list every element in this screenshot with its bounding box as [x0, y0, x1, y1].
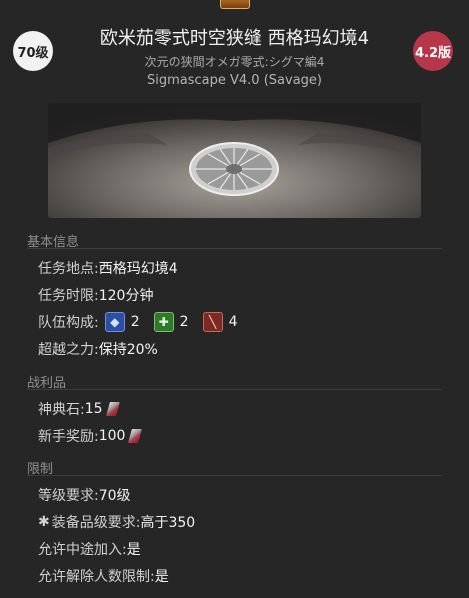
tomestone-value: 15	[84, 401, 103, 417]
cross-icon: ✚	[153, 312, 174, 332]
tomestone-row: 神典石: 15	[38, 399, 120, 419]
tomestone-icon	[105, 402, 120, 416]
join-in-progress-row: 允许中途加入: 是	[38, 539, 141, 559]
unsynced-label: 允许解除人数限制:	[38, 569, 155, 585]
duty-banner-image	[48, 103, 421, 218]
item-level-icon: ✱	[38, 514, 50, 530]
location-value: 西格玛幻境4	[98, 261, 178, 277]
location-label: 任务地点:	[38, 261, 99, 277]
join-in-progress-value: 是	[126, 542, 141, 558]
item-level-requirement-row: ✱ 装备品级要求: 高于350	[38, 512, 195, 532]
echo-label: 超越之力:	[38, 342, 99, 358]
item-level-requirement-value: 高于350	[140, 515, 196, 531]
level-requirement-label: 等级要求:	[38, 488, 99, 504]
novice-reward-value: 100	[98, 428, 126, 444]
sword-icon: ╲	[202, 312, 223, 332]
dps-count: 4	[228, 314, 238, 330]
section-divider	[27, 475, 442, 476]
echo-row: 超越之力: 保持20%	[38, 339, 158, 359]
time-limit-value: 120分钟	[98, 288, 154, 304]
tomestone-label: 神典石:	[38, 402, 85, 418]
duty-type-icon	[220, 0, 250, 9]
novice-reward-row: 新手奖励: 100	[38, 426, 143, 446]
join-in-progress-label: 允许中途加入:	[38, 542, 127, 558]
unsynced-row: 允许解除人数限制: 是	[38, 566, 169, 586]
unsynced-value: 是	[154, 569, 169, 585]
duty-title: 欧米茄零式时空狭缝 西格玛幻境4	[99, 28, 370, 49]
duty-title-english: Sigmascape V4.0 (Savage)	[147, 73, 322, 88]
party-composition-label: 队伍构成:	[38, 315, 99, 331]
time-limit-row: 任务时限: 120分钟	[38, 285, 153, 305]
duty-title-japanese: 次元の狭間オメガ零式:シグマ編4	[144, 55, 325, 69]
arena-illustration	[48, 103, 421, 218]
level-requirement-row: 等级要求: 70级	[38, 485, 131, 505]
section-divider	[27, 248, 442, 249]
echo-value: 保持20%	[98, 342, 158, 358]
item-level-requirement-label: 装备品级要求:	[51, 515, 141, 531]
tank-count: 2	[130, 314, 140, 330]
location-row: 任务地点: 西格玛幻境4	[38, 258, 178, 278]
party-composition-row: 队伍构成: ◆ 2 ✚ 2 ╲ 4	[38, 312, 251, 332]
tomestone-icon	[128, 429, 143, 443]
time-limit-label: 任务时限:	[38, 288, 99, 304]
novice-reward-label: 新手奖励:	[38, 429, 99, 445]
shield-icon: ◆	[104, 312, 125, 332]
healer-count: 2	[179, 314, 189, 330]
level-requirement-value: 70级	[98, 488, 131, 504]
section-divider	[27, 389, 442, 390]
